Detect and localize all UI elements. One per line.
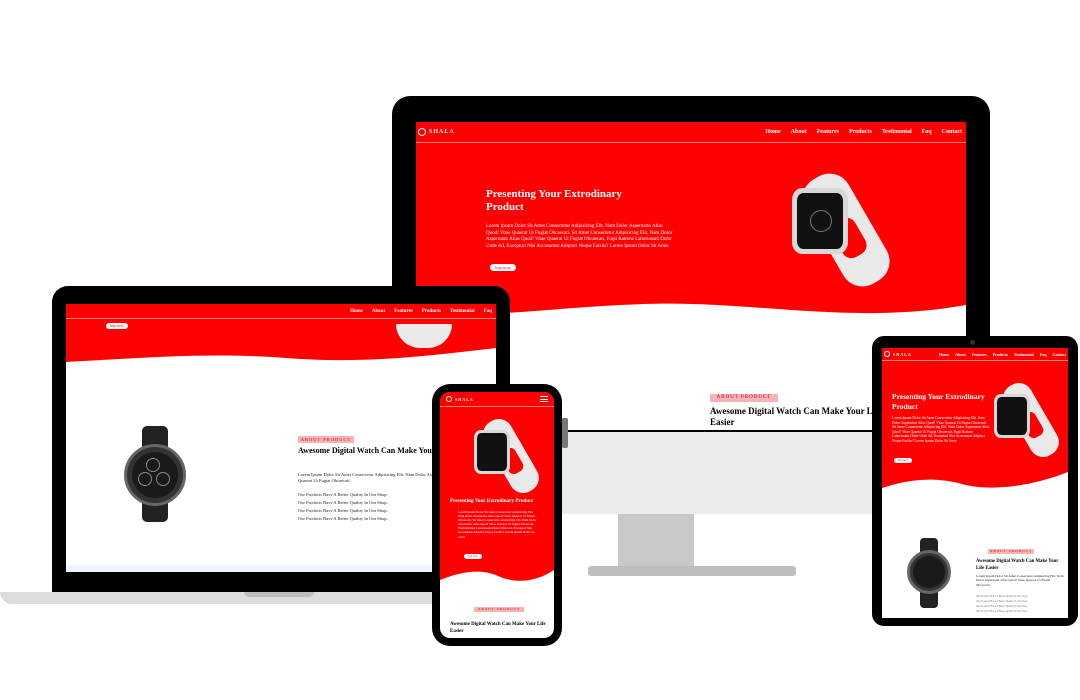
laptop-hinge-detail [562, 418, 568, 448]
monitor-stand-neck [618, 512, 694, 568]
brand-logo[interactable]: SHALA [446, 396, 474, 402]
nav-link-products[interactable]: Products [993, 352, 1008, 357]
about-badge: ABOUT PRODUCT [474, 607, 524, 612]
navbar: SHALA Home About Features Products Testi… [416, 122, 966, 143]
hero-text: Lorem Ipsum Dolor Sit Amet Consectetur A… [892, 416, 990, 443]
logo-circle-icon [884, 351, 890, 357]
hamburger-menu-icon[interactable] [540, 396, 548, 402]
navbar: Home About Features Products Testimonial… [66, 304, 496, 319]
nav-link-testimonial[interactable]: Testimonial [450, 309, 475, 314]
black-watch-image [118, 426, 194, 522]
nav-link-features[interactable]: Features [817, 129, 839, 135]
nav-link-about[interactable]: About [791, 129, 807, 135]
logo-circle-icon [446, 396, 452, 402]
tablet-screen: SHALA Home About Features Products Testi… [882, 348, 1068, 618]
buy-now-button[interactable]: buy now [106, 323, 128, 329]
nav-link-products[interactable]: Products [422, 309, 441, 314]
about-badge: ABOUT PRODUCT [298, 436, 354, 443]
about-title: Awesome Digital Watch Can Make Your Life… [976, 559, 1059, 571]
about-title: Awesome Digital Watch Can Make Your Life… [450, 622, 546, 634]
hero-title: Presenting Your Extrodinary Product [892, 392, 985, 411]
hero-text: Lorem Ipsum Dolor Sit Amet Consectetur A… [458, 510, 537, 539]
nav-link-about[interactable]: About [955, 352, 966, 357]
brand-name: SHALA [455, 396, 474, 402]
list-item: Our Products Have A Better Quality In Ou… [976, 610, 1028, 613]
nav-link-testimonial[interactable]: Testimonial [1014, 352, 1034, 357]
about-text: Lorem Ipsum Dolor Sit Amet Consectetur A… [976, 574, 1064, 587]
nav-link-products[interactable]: Products [849, 129, 872, 135]
brand-name: SHALA [429, 129, 455, 135]
logo-circle-icon [418, 128, 426, 136]
hero-wave [440, 558, 554, 581]
about-title: Awesome Digital Watch Can Make Your Life… [710, 406, 883, 427]
nav-link-home[interactable]: Home [350, 309, 363, 314]
tablet-camera-icon [970, 340, 975, 345]
about-points: Our Products Have A Better Quality In Ou… [976, 594, 1064, 614]
nav-link-contact[interactable]: Contact [942, 129, 962, 135]
about-badge: ABOUT PRODUCT [710, 394, 778, 402]
buy-now-button[interactable]: buy now [464, 554, 482, 559]
nav-link-home[interactable]: Home [765, 129, 780, 135]
black-watch-image [904, 538, 954, 608]
buy-now-button[interactable]: buy now [490, 264, 516, 271]
smartwatch-image [786, 165, 898, 295]
brand-name: SHALA [893, 351, 912, 357]
hero-wave [882, 464, 1068, 488]
hero-title: Presenting Your Extrodinary Product [450, 498, 534, 504]
smartwatch-image [990, 377, 1064, 463]
nav-link-testimonial[interactable]: Testimonial [882, 129, 912, 135]
nav-link-faq[interactable]: Faq [1040, 352, 1047, 357]
brand-logo[interactable]: SHALA [884, 351, 912, 357]
brand-logo[interactable]: SHALA [418, 128, 455, 136]
hero-title: Presenting Your Extrodinary Product [486, 188, 622, 213]
buy-now-button[interactable]: buy now [894, 458, 912, 463]
monitor-stand-base [588, 566, 796, 576]
smartwatch-image [470, 413, 544, 499]
nav-link-contact[interactable]: Contact [1052, 352, 1066, 357]
hero-text: Lorem Ipsum Dolor Sit Amet Consectetur A… [486, 224, 673, 249]
laptop-notch [244, 592, 314, 597]
nav-link-home[interactable]: Home [939, 352, 949, 357]
nav-link-faq[interactable]: Faq [484, 309, 492, 314]
nav-link-faq[interactable]: Faq [922, 129, 932, 135]
about-badge: ABOUT PRODUCT [988, 549, 1034, 554]
nav-link-features[interactable]: Features [972, 352, 987, 357]
phone-screen: SHALA Presenting Your Extrodinary Produc… [440, 392, 554, 638]
nav-link-features[interactable]: Features [394, 309, 413, 314]
navbar: SHALA Home About Features Products Testi… [882, 348, 1068, 361]
nav-link-about[interactable]: About [372, 309, 385, 314]
navbar: SHALA [440, 392, 554, 407]
